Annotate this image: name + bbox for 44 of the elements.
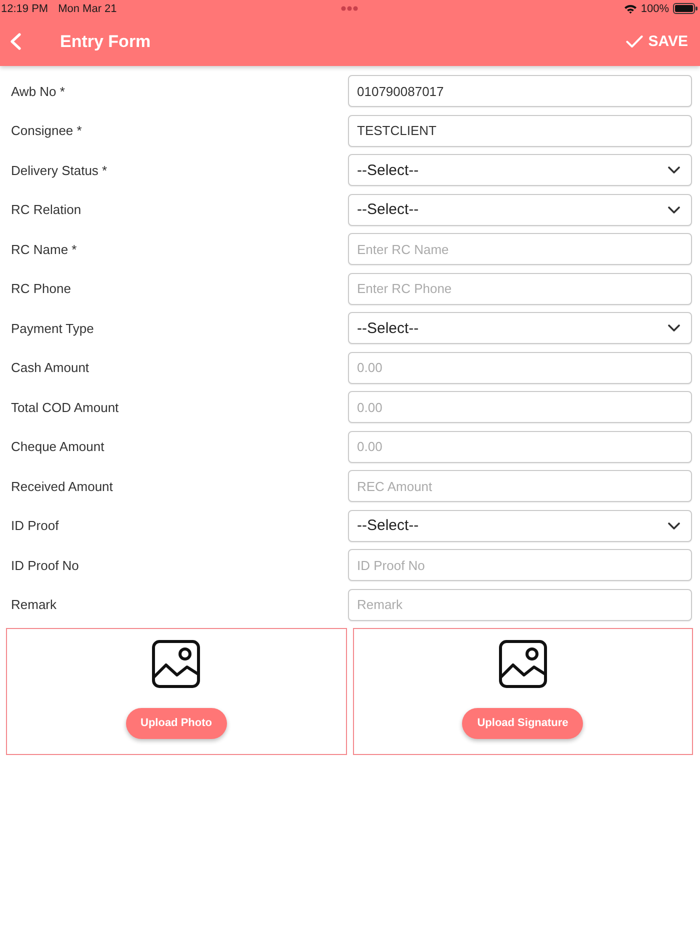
chevron-left-icon [10, 33, 21, 50]
input-field[interactable]: Remark [348, 588, 692, 620]
field-label: RC Phone [11, 281, 72, 296]
field-label: Consignee * [11, 123, 83, 138]
input-field[interactable]: 0.00 [348, 430, 692, 462]
field-label: ID Proof No [11, 558, 80, 572]
select-field[interactable]: --Select-- [348, 194, 692, 226]
status-date: Mon Mar 21 [58, 2, 117, 14]
more-dots-icon[interactable] [341, 6, 358, 11]
battery-percent: 100% [640, 2, 669, 14]
input-field[interactable]: REC Amount [348, 470, 692, 502]
image-icon [498, 640, 547, 688]
status-time: 12:19 PM [1, 2, 48, 14]
field-label: Payment Type [11, 320, 95, 336]
input-field[interactable]: 0.00 [348, 352, 692, 384]
chevron-down-icon [668, 324, 680, 332]
field-label: Remark [11, 597, 58, 612]
input-field[interactable]: Enter RC Name [348, 233, 692, 265]
header-title: Entry Form [60, 32, 151, 52]
field-label: Delivery Status * [11, 162, 108, 178]
chevron-down-icon [668, 522, 680, 530]
input-field[interactable]: Enter RC Phone [348, 272, 692, 304]
battery-icon [673, 3, 698, 14]
field-label: Cash Amount [11, 360, 90, 375]
back-button[interactable] [8, 31, 23, 52]
field-label: RC Name * [11, 242, 78, 256]
field-label: Awb No * [11, 84, 66, 98]
input-field[interactable]: 0.00 [348, 391, 692, 423]
input-field[interactable]: 010790087017 [348, 75, 692, 107]
check-icon [626, 35, 644, 48]
field-label: RC Relation [11, 202, 82, 217]
wifi-icon [624, 4, 637, 14]
field-label: Received Amount [11, 478, 114, 494]
select-field[interactable]: --Select-- [348, 510, 692, 542]
input-field[interactable]: ID Proof No [348, 549, 692, 581]
image-icon [152, 640, 200, 688]
chevron-down-icon [668, 166, 680, 174]
input-field[interactable]: TESTCLIENT [348, 114, 692, 146]
select-field[interactable]: --Select-- [348, 312, 692, 344]
chevron-down-icon [668, 206, 680, 214]
field-label: ID Proof [11, 518, 60, 533]
select-field[interactable]: --Select-- [348, 154, 692, 186]
field-label: Cheque Amount [11, 439, 106, 454]
field-label: Total COD Amount [11, 400, 120, 414]
